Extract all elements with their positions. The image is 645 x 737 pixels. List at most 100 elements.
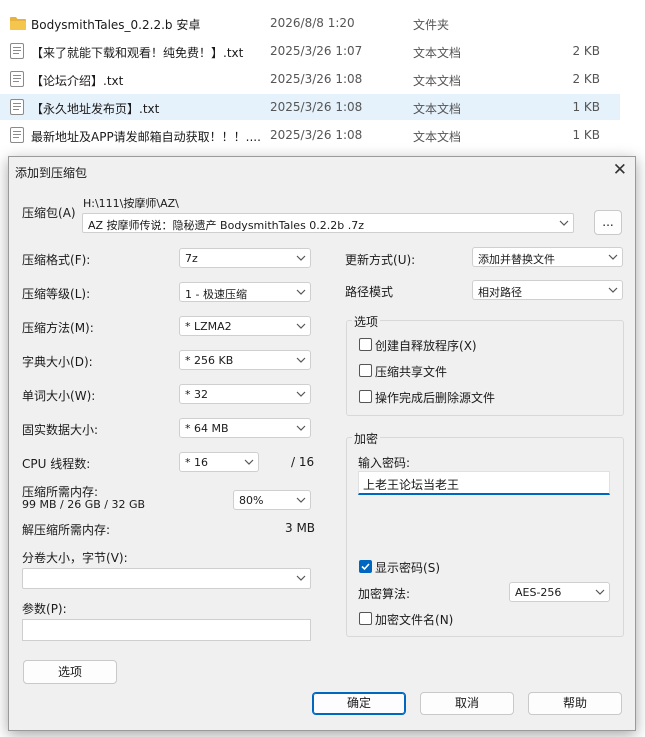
dict-select[interactable]: * 256 KB [179,350,311,370]
chevron-down-icon [296,323,306,329]
path-mode-select[interactable]: 相对路径 [472,280,623,300]
memory-usage-select[interactable]: 80% [233,490,311,510]
file-row[interactable]: 【论坛介绍】.txt 2025/3/26 1:08 文本文档 2 KB [0,66,620,92]
file-row-selected[interactable]: 【永久地址发布页】.txt 2025/3/26 1:08 文本文档 1 KB [0,94,620,120]
format-value: 7z [185,252,198,265]
cpu-threads-select[interactable]: * 16 [179,452,259,472]
file-date: 2025/3/26 1:08 [270,100,363,114]
chevron-down-icon [296,255,306,261]
file-type: 文本文档 [413,46,462,60]
show-password-label: 显示密码(S) [375,561,440,575]
update-mode-select[interactable]: 添加并替换文件 [472,247,623,267]
encryption-method-select[interactable]: AES-256 [509,582,610,602]
file-row[interactable]: 【来了就能下载和观看！纯免费！】.txt 2025/3/26 1:07 文本文档… [0,38,620,64]
file-type: 文本文档 [413,130,462,144]
format-select[interactable]: 7z [179,248,311,268]
method-value: * LZMA2 [185,320,232,333]
path-mode-value: 相对路径 [478,286,522,299]
browse-button[interactable]: ... [594,210,622,235]
file-name: 最新地址及APP请发邮箱自动获取！！！.... [31,130,261,144]
dialog-title: 添加到压缩包 [15,166,88,180]
password-label: 输入密码: [358,456,411,470]
text-file-icon [10,99,24,115]
encrypt-filenames-label: 加密文件名(N) [375,613,454,627]
split-label: 分卷大小，字节(V): [22,551,128,565]
file-size: 1 KB [572,100,600,114]
file-size: 2 KB [572,72,600,86]
level-select[interactable]: 1 - 极速压缩 [179,282,311,302]
file-size: 2 KB [572,44,600,58]
text-file-icon [10,71,24,87]
file-date: 2026/8/8 1:20 [270,16,355,30]
chevron-down-icon [608,287,618,293]
close-icon[interactable]: ✕ [613,160,627,180]
chevron-down-icon [559,220,569,226]
method-label: 压缩方法(M): [22,321,94,335]
delete-source-label: 操作完成后删除源文件 [375,391,496,405]
file-date: 2025/3/26 1:08 [270,128,363,142]
chevron-down-icon [608,254,618,260]
params-label: 参数(P): [22,602,67,616]
options-button[interactable]: 选项 [23,660,117,684]
path-mode-label: 路径模式 [345,285,394,299]
chevron-down-icon [595,589,605,595]
method-select[interactable]: * LZMA2 [179,316,311,336]
word-select[interactable]: * 32 [179,384,311,404]
file-name: 【论坛介绍】.txt [31,74,124,88]
file-name: BodysmithTales_0.2.2.b 安卓 [31,18,201,32]
password-input[interactable]: 上老王论坛当老王 [358,471,610,495]
cpu-total: / 16 [291,455,315,469]
file-date: 2025/3/26 1:08 [270,72,363,86]
archive-name-combobox[interactable]: AZ 按摩师传说：隐秘遗产 BodysmithTales 0.2.2b .7z [82,213,574,233]
chevron-down-icon [296,497,306,503]
solid-value: * 64 MB [185,422,229,435]
file-type: 文件夹 [413,18,450,32]
solid-select[interactable]: * 64 MB [179,418,311,438]
show-password-checkbox[interactable] [359,560,372,573]
file-row[interactable]: BodysmithTales_0.2.2.b 安卓 2026/8/8 1:20 … [0,10,620,36]
level-value: 1 - 极速压缩 [185,288,247,301]
update-mode-value: 添加并替换文件 [478,253,555,266]
ok-button[interactable]: 确定 [312,692,406,715]
encryption-group-title: 加密 [352,430,381,447]
encryption-method-label: 加密算法: [358,587,411,601]
archive-path: H:\111\按摩师\AZ\ [83,197,179,210]
chevron-down-icon [296,391,306,397]
chevron-down-icon [296,357,306,363]
dict-value: * 256 KB [185,354,234,367]
word-label: 单词大小(W): [22,389,96,403]
chevron-down-icon [296,575,306,581]
folder-icon [10,17,26,30]
encryption-method-value: AES-256 [515,586,562,599]
encrypt-filenames-checkbox[interactable] [359,612,372,625]
delete-source-checkbox[interactable] [359,390,372,403]
help-button[interactable]: 帮助 [528,692,622,715]
file-row[interactable]: 最新地址及APP请发邮箱自动获取！！！.... 2025/3/26 1:08 文… [0,122,620,148]
dict-label: 字典大小(D): [22,355,93,369]
memory-detail: 99 MB / 26 GB / 32 GB [22,498,146,511]
shared-files-label: 压缩共享文件 [375,365,448,379]
decompress-memory-value: 3 MB [285,521,316,535]
format-label: 压缩格式(F): [22,253,91,267]
archive-label: 压缩包(A) [22,206,76,220]
text-file-icon [10,127,24,143]
file-size: 1 KB [572,128,600,142]
file-type: 文本文档 [413,102,462,116]
cancel-button[interactable]: 取消 [420,692,514,715]
split-size-combobox[interactable] [22,568,311,589]
checkmark-icon [361,563,370,571]
shared-files-checkbox[interactable] [359,364,372,377]
update-mode-label: 更新方式(U): [345,253,416,267]
params-input[interactable] [22,619,311,641]
word-value: * 32 [185,388,208,401]
cpu-label: CPU 线程数: [22,457,91,471]
file-type: 文本文档 [413,74,462,88]
archive-name-value: AZ 按摩师传说：隐秘遗产 BodysmithTales 0.2.2b .7z [88,219,365,232]
file-date: 2025/3/26 1:07 [270,44,363,58]
sfx-checkbox[interactable] [359,338,372,351]
level-label: 压缩等级(L): [22,287,91,301]
cpu-value: * 16 [185,456,208,469]
memory-value: 80% [239,494,264,507]
chevron-down-icon [296,425,306,431]
password-value: 上老王论坛当老王 [363,478,460,492]
